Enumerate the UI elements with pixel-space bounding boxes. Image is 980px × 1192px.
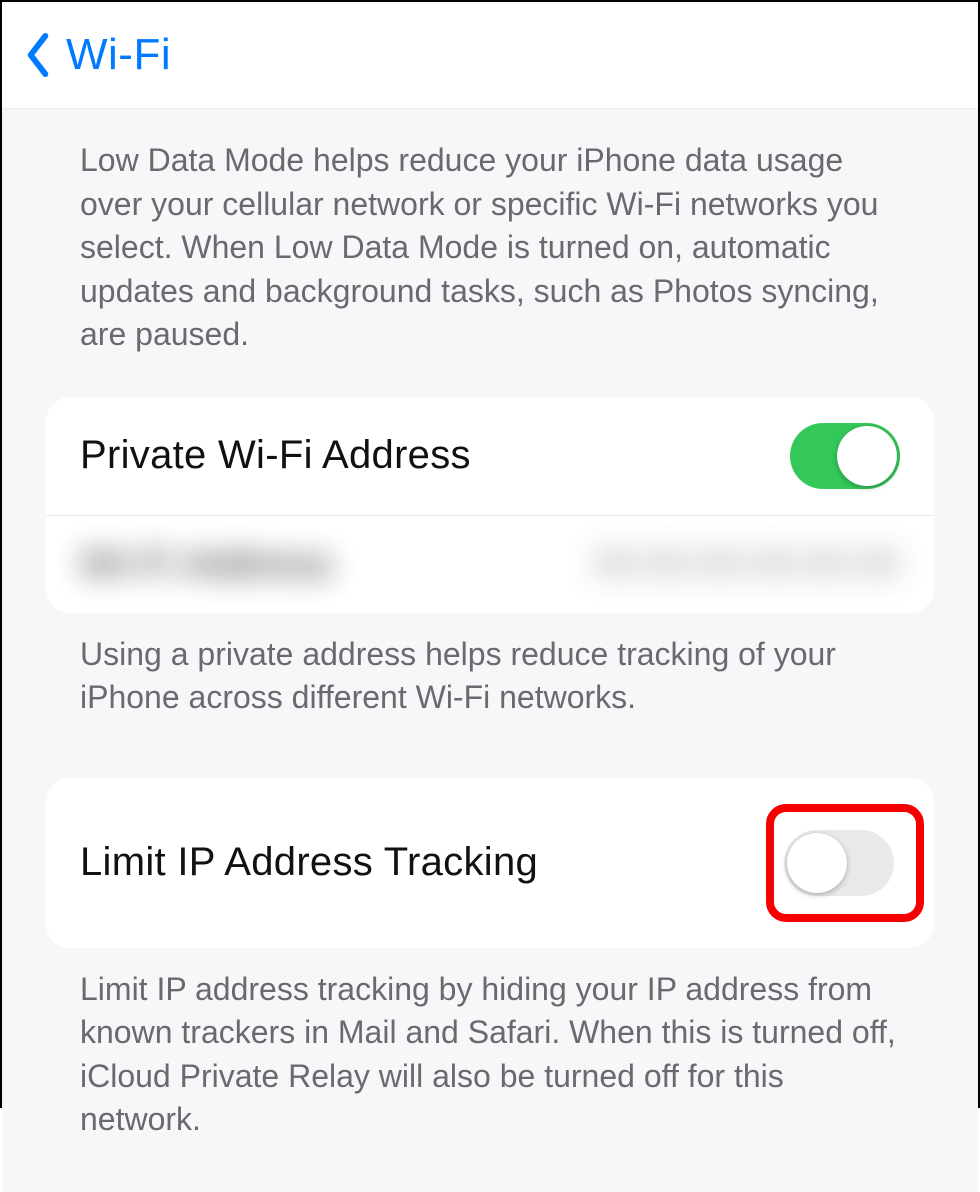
private-wifi-toggle[interactable] xyxy=(790,423,900,489)
limit-ip-panel: Limit IP Address Tracking xyxy=(46,778,934,948)
wifi-address-value: 00:00:00:00:00:00 xyxy=(594,543,900,586)
limit-ip-tracking-row: Limit IP Address Tracking xyxy=(46,778,934,948)
private-wifi-address-row: Private Wi-Fi Address xyxy=(46,397,934,515)
private-wifi-description: Using a private address helps reduce tra… xyxy=(2,613,978,730)
back-label[interactable]: Wi-Fi xyxy=(66,30,171,80)
wifi-address-label: Wi-Fi Address xyxy=(80,542,333,587)
nav-header: Wi-Fi xyxy=(2,2,978,109)
limit-ip-description: Limit IP address tracking by hiding your… xyxy=(2,948,978,1152)
limit-ip-tracking-label: Limit IP Address Tracking xyxy=(80,840,538,885)
chevron-left-icon[interactable] xyxy=(24,33,52,77)
wifi-address-row: Wi-Fi Address 00:00:00:00:00:00 xyxy=(46,515,934,613)
low-data-mode-description: Low Data Mode helps reduce your iPhone d… xyxy=(2,109,978,397)
toggle-knob xyxy=(787,833,847,893)
highlight-annotation xyxy=(766,804,924,922)
private-wifi-address-label: Private Wi-Fi Address xyxy=(80,433,471,478)
toggle-knob xyxy=(837,426,897,486)
limit-ip-toggle[interactable] xyxy=(784,830,894,896)
private-wifi-panel: Private Wi-Fi Address Wi-Fi Address 00:0… xyxy=(46,397,934,613)
content-area: Low Data Mode helps reduce your iPhone d… xyxy=(2,109,978,1192)
